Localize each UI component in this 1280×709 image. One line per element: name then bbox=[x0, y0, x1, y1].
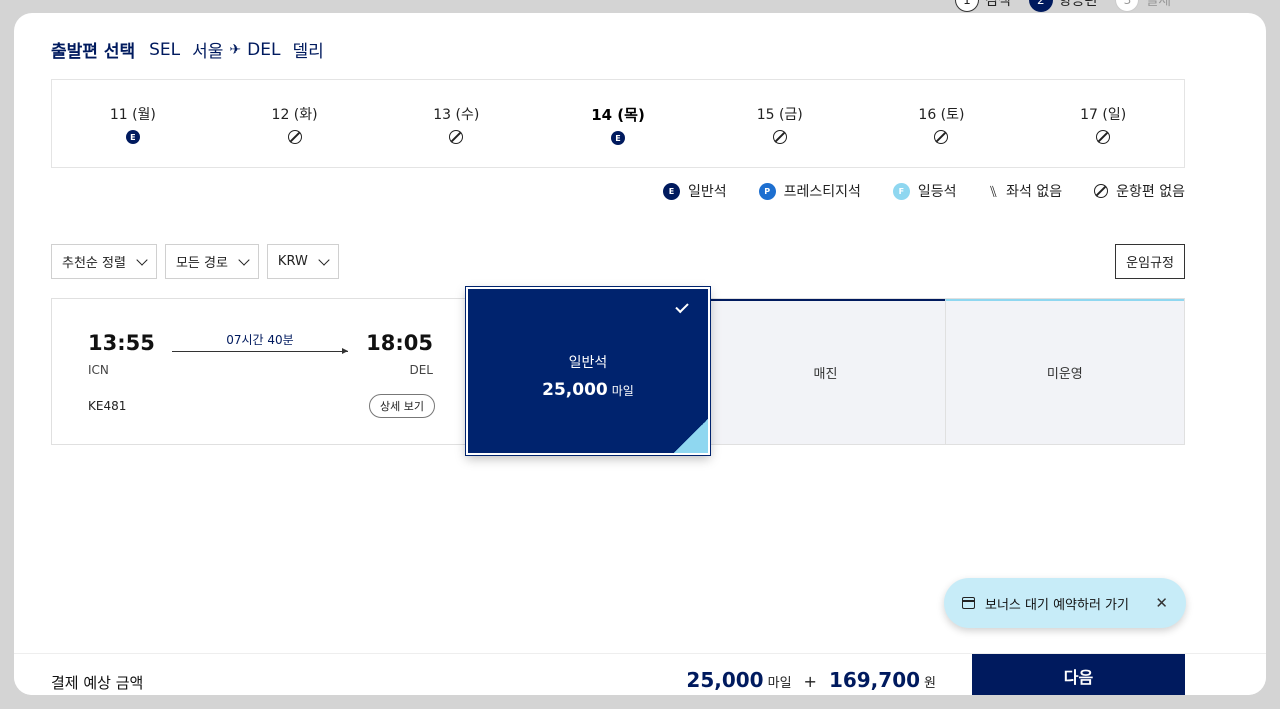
fare-rules-button[interactable]: 운임규정 bbox=[1115, 244, 1185, 279]
no-flight-icon bbox=[1094, 184, 1109, 198]
date-label: 12 (화) bbox=[271, 107, 318, 123]
fare-price: 25,000 마일 bbox=[542, 380, 634, 400]
legend-label: 일반석 bbox=[687, 184, 727, 200]
legend-label: 좌석 없음 bbox=[1006, 184, 1063, 200]
departure-airport: ICN bbox=[88, 363, 109, 377]
prestige-icon: P bbox=[758, 182, 776, 200]
won-value: 169,700 bbox=[828, 668, 921, 692]
date-tab-16[interactable]: 16 (토) bbox=[861, 80, 1023, 167]
arrival-time: 18:05 bbox=[366, 331, 433, 355]
no-flight-icon bbox=[449, 130, 464, 144]
dropdown-value: 추천순 정렬 bbox=[62, 256, 126, 271]
bonus-waitlist-banner[interactable]: 보너스 대기 예약하러 가기 ✕ bbox=[944, 578, 1186, 628]
class-legend: E 일반석 P 프레스티지석 F 일등석 ⑊ 좌석 없음 운항편 없음 bbox=[662, 181, 1185, 201]
step-label: 결제 bbox=[1145, 0, 1172, 9]
legend-no-seat: ⑊ 좌석 없음 bbox=[989, 181, 1063, 201]
flight-info: 13:55 ICN 07시간 40분 18:05 DEL KE481 상세 보기 bbox=[52, 299, 467, 444]
won-unit: 원 bbox=[924, 676, 936, 691]
price-value: 25,000 bbox=[542, 380, 608, 400]
calendar-icon bbox=[962, 597, 975, 609]
date-label: 13 (수) bbox=[433, 107, 480, 123]
total-price: 25,000 마일 + 169,700 원 bbox=[686, 668, 936, 692]
page-title: 출발편 선택 SEL 서울 ✈ DEL 델리 bbox=[51, 37, 324, 63]
legend-label: 운항편 없음 bbox=[1116, 184, 1185, 200]
date-label: 11 (월) bbox=[109, 107, 156, 123]
first-fare-cell: 미운영 bbox=[944, 299, 1184, 444]
prestige-fare-cell: 매진 bbox=[705, 299, 945, 444]
legend-label: 프레스티지석 bbox=[783, 184, 861, 200]
view-details-button[interactable]: 상세 보기 bbox=[369, 394, 435, 418]
flight-select-modal: 출발편 선택 SEL 서울 ✈ DEL 델리 11 (월) E 12 (화) 1… bbox=[14, 13, 1266, 695]
no-flight-icon bbox=[287, 130, 302, 144]
date-label: 16 (토) bbox=[918, 107, 965, 123]
economy-fare-card-selected[interactable]: 일반석 25,000 마일 bbox=[465, 286, 711, 456]
title-label: 출발편 선택 bbox=[51, 42, 136, 62]
chevron-down-icon bbox=[318, 253, 330, 266]
corner-accent bbox=[674, 419, 708, 453]
departure-time: 13:55 bbox=[88, 331, 155, 355]
sort-dropdown[interactable]: 추천순 정렬 bbox=[51, 244, 157, 279]
date-selector: 11 (월) E 12 (화) 13 (수) 14 (목) E 15 (금) 1… bbox=[51, 79, 1185, 168]
no-flight-icon bbox=[772, 130, 787, 144]
step-number: 1 bbox=[955, 0, 979, 12]
economy-available-icon: E bbox=[125, 130, 140, 144]
no-flight-icon bbox=[934, 130, 949, 144]
date-label: 17 (일) bbox=[1080, 107, 1127, 123]
miles-value: 25,000 bbox=[686, 668, 764, 692]
economy-available-icon: E bbox=[611, 131, 626, 145]
step-label: 항공편 bbox=[1058, 0, 1098, 9]
no-flight-icon bbox=[1096, 130, 1111, 144]
dropdown-value: KRW bbox=[277, 254, 308, 269]
chevron-down-icon bbox=[238, 253, 250, 266]
first-icon: F bbox=[892, 182, 910, 200]
duration-arrow bbox=[172, 348, 348, 354]
date-tab-17[interactable]: 17 (일) bbox=[1022, 80, 1184, 167]
date-tab-12[interactable]: 12 (화) bbox=[214, 80, 376, 167]
legend-no-flight: 운항편 없음 bbox=[1094, 181, 1185, 201]
step-payment: 3 결제 bbox=[1115, 0, 1171, 12]
plus-sign: + bbox=[803, 672, 817, 691]
route-dropdown[interactable]: 모든 경로 bbox=[164, 244, 259, 279]
flight-duration: 07시간 40분 bbox=[226, 333, 294, 347]
date-tab-11[interactable]: 11 (월) E bbox=[52, 80, 214, 167]
step-search: 1 검색 bbox=[955, 0, 1011, 12]
currency-dropdown[interactable]: KRW bbox=[266, 244, 339, 279]
legend-economy: E 일반석 bbox=[662, 181, 727, 201]
plane-icon: ✈ bbox=[229, 41, 242, 58]
step-flight: 2 항공편 bbox=[1028, 0, 1098, 12]
fare-class-name: 일반석 bbox=[568, 355, 608, 371]
estimated-amount-label: 결제 예상 금액 bbox=[51, 674, 144, 692]
filter-bar: 추천순 정렬 모든 경로 KRW bbox=[51, 244, 339, 279]
date-tab-15[interactable]: 15 (금) bbox=[699, 80, 861, 167]
close-icon[interactable]: ✕ bbox=[1155, 594, 1168, 612]
legend-first: F 일등석 bbox=[892, 181, 957, 201]
dest-code: DEL bbox=[247, 39, 281, 60]
legend-prestige: P 프레스티지석 bbox=[758, 181, 861, 201]
legend-label: 일등석 bbox=[917, 184, 957, 200]
bonus-label: 보너스 대기 예약하러 가기 bbox=[985, 597, 1129, 613]
step-indicator: 1 검색 2 항공편 3 결제 bbox=[955, 0, 1171, 12]
origin-code: SEL bbox=[149, 39, 181, 60]
date-label: 14 (목) bbox=[591, 106, 645, 124]
date-label: 15 (금) bbox=[756, 107, 803, 123]
check-icon bbox=[675, 299, 689, 314]
dest-name: 델리 bbox=[292, 42, 324, 62]
economy-icon: E bbox=[662, 182, 680, 200]
next-button[interactable]: 다음 bbox=[972, 654, 1185, 695]
dropdown-value: 모든 경로 bbox=[175, 256, 228, 271]
date-tab-13[interactable]: 13 (수) bbox=[375, 80, 537, 167]
step-number: 3 bbox=[1115, 0, 1140, 12]
price-unit: 마일 bbox=[611, 384, 634, 398]
arrival-airport: DEL bbox=[409, 363, 433, 377]
chevron-down-icon bbox=[136, 253, 148, 266]
date-tab-14[interactable]: 14 (목) E bbox=[537, 80, 699, 167]
step-label: 검색 bbox=[985, 0, 1011, 9]
no-seat-icon: ⑊ bbox=[988, 181, 999, 201]
miles-unit: 마일 bbox=[767, 676, 792, 691]
route: SEL 서울 ✈ DEL 델리 bbox=[149, 37, 324, 63]
flight-number: KE481 bbox=[88, 399, 127, 413]
payment-summary: 결제 예상 금액 25,000 마일 + 169,700 원 다음 bbox=[14, 653, 1266, 695]
step-number: 2 bbox=[1028, 0, 1053, 12]
origin-name: 서울 bbox=[192, 42, 224, 62]
